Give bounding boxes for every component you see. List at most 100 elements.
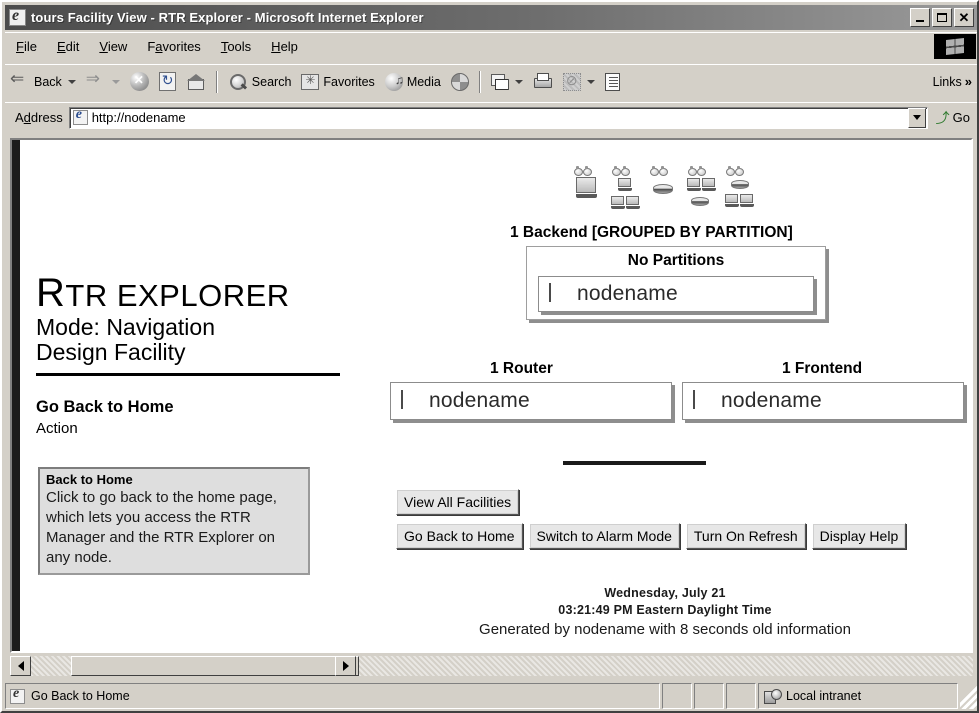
- footer-time: 03:21:49 PM Eastern Daylight Time: [558, 603, 772, 617]
- page-content: RTR EXPLORER Mode: Navigation Design Fac…: [12, 140, 971, 651]
- edit-button[interactable]: [558, 71, 600, 93]
- frontend-node-name: nodename: [721, 389, 822, 412]
- mode-line: Mode: Navigation: [36, 314, 215, 340]
- chevron-down-icon[interactable]: [586, 79, 595, 84]
- turn-on-refresh-button[interactable]: Turn On Refresh: [685, 523, 806, 549]
- chevron-down-icon[interactable]: [111, 79, 120, 84]
- view-all-facilities-button[interactable]: View All Facilities: [396, 489, 520, 515]
- router-node-item[interactable]: nodename: [390, 382, 672, 420]
- history-button[interactable]: [446, 71, 474, 93]
- status-message-cell: Go Back to Home: [5, 683, 660, 709]
- switch-to-alarm-mode-button[interactable]: Switch to Alarm Mode: [528, 523, 680, 549]
- menu-item-edit[interactable]: Edit: [48, 37, 88, 56]
- menu-item-file[interactable]: File: [7, 37, 46, 56]
- arrow-right-icon: [342, 661, 349, 671]
- display-help-button[interactable]: Display Help: [811, 523, 907, 549]
- media-button-label: Media: [406, 74, 441, 89]
- chevron-down-icon[interactable]: [67, 79, 76, 84]
- edit-disabled-icon: [562, 72, 581, 91]
- window-controls: ✕: [910, 8, 974, 27]
- camera-icon: [574, 166, 583, 176]
- menu-item-help[interactable]: Help: [262, 37, 307, 56]
- resize-grip[interactable]: [960, 683, 977, 709]
- stop-button[interactable]: [125, 70, 154, 93]
- partition-title: No Partitions: [627, 252, 725, 269]
- menu-item-favorites[interactable]: Favorites: [138, 37, 209, 56]
- menu-bar: File Edit View Favorites Tools Help: [5, 32, 977, 60]
- favorites-button[interactable]: Favorites: [296, 72, 379, 92]
- scroll-left-button[interactable]: [10, 656, 31, 676]
- address-bar: Address http://nodename ⤴ Go: [5, 102, 977, 132]
- home-button[interactable]: [181, 70, 211, 94]
- button-row-primary: View All Facilities: [396, 489, 520, 515]
- scrollbar-track[interactable]: [31, 656, 973, 676]
- computer-icon: [693, 390, 715, 411]
- security-zone-cell[interactable]: Local intranet: [758, 683, 958, 709]
- media-icon: [384, 72, 404, 91]
- computer-icon: [687, 178, 701, 191]
- topology-icon-mixed: [724, 166, 755, 212]
- forward-button[interactable]: [81, 69, 125, 94]
- back-button[interactable]: Back: [5, 69, 81, 94]
- go-arrow-icon: ⤴: [935, 109, 950, 126]
- search-button[interactable]: Search: [223, 70, 297, 94]
- go-back-to-home-button[interactable]: Go Back to Home: [396, 523, 523, 549]
- toolbar-separator: [478, 70, 481, 93]
- page-sidebar: RTR EXPLORER Mode: Navigation Design Fac…: [30, 140, 360, 651]
- address-value: http://nodename: [91, 110, 186, 125]
- scroll-right-button[interactable]: [335, 656, 356, 676]
- mail-button[interactable]: [486, 71, 528, 92]
- status-message: Go Back to Home: [31, 689, 130, 703]
- status-slot-2: [694, 683, 724, 709]
- discuss-button[interactable]: [600, 71, 625, 93]
- browser-window: tours Facility View - RTR Explorer - Mic…: [0, 0, 979, 713]
- links-bar[interactable]: Links »: [933, 74, 977, 89]
- address-dropdown-button[interactable]: [907, 107, 926, 128]
- print-button[interactable]: [528, 71, 558, 92]
- frontend-node-item[interactable]: nodename: [682, 382, 964, 420]
- logo-rest: TR EXPLORER: [65, 278, 290, 313]
- camera-icon: [726, 166, 735, 176]
- action-label: Action: [36, 420, 78, 437]
- camera-icon: [621, 166, 630, 176]
- toolbar-separator: [215, 70, 218, 93]
- action-heading: Go Back to Home: [36, 398, 174, 416]
- computer-icon: [549, 283, 571, 304]
- window-title: tours Facility View - RTR Explorer - Mic…: [31, 10, 424, 25]
- security-zone-label: Local intranet: [786, 689, 862, 703]
- scrollbar-thumb[interactable]: [71, 656, 359, 676]
- button-row-secondary: Go Back to Home Switch to Alarm Mode Tur…: [396, 523, 907, 549]
- facility-line: Design Facility: [36, 339, 186, 365]
- media-button[interactable]: Media: [380, 71, 446, 93]
- menu-item-view[interactable]: View: [90, 37, 136, 56]
- maximize-button[interactable]: [932, 8, 952, 27]
- facility-diagram: 1 Backend [GROUPED BY PARTITION] No Part…: [360, 140, 971, 651]
- ie-document-icon: [9, 9, 26, 26]
- address-input[interactable]: http://nodename: [68, 106, 928, 129]
- arrow-left-icon: [17, 661, 24, 671]
- go-button[interactable]: ⤴ Go: [928, 108, 977, 128]
- close-button[interactable]: ✕: [954, 8, 974, 27]
- camera-icon: [650, 166, 659, 176]
- backend-node-name: nodename: [577, 282, 678, 305]
- help-body: Click to go back to the home page, which…: [46, 489, 277, 566]
- footer-generated-info: Generated by nodename with 8 seconds old…: [477, 621, 853, 638]
- mail-icon: [490, 73, 509, 90]
- backend-node-item[interactable]: nodename: [538, 276, 814, 312]
- horizontal-scrollbar[interactable]: [10, 655, 973, 677]
- chevron-right-icon[interactable]: »: [965, 74, 972, 89]
- camera-icon: [583, 166, 592, 176]
- computer-icon: [725, 194, 739, 207]
- menu-item-tools[interactable]: Tools: [212, 37, 260, 56]
- backend-section-title: 1 Backend [GROUPED BY PARTITION]: [510, 224, 793, 241]
- camera-icon: [688, 166, 697, 176]
- toolbar: Back Search Favorites Media: [5, 64, 977, 98]
- arrow-right-icon: [86, 69, 106, 92]
- chevron-down-icon[interactable]: [514, 79, 523, 84]
- arrow-left-icon: [10, 69, 30, 92]
- refresh-button[interactable]: [154, 70, 181, 93]
- page-footer: Wednesday, July 21 03:21:49 PM Eastern D…: [360, 585, 970, 639]
- topology-icon-disk: [648, 166, 679, 212]
- minimize-button[interactable]: [910, 8, 930, 27]
- computer-icon: [611, 196, 625, 209]
